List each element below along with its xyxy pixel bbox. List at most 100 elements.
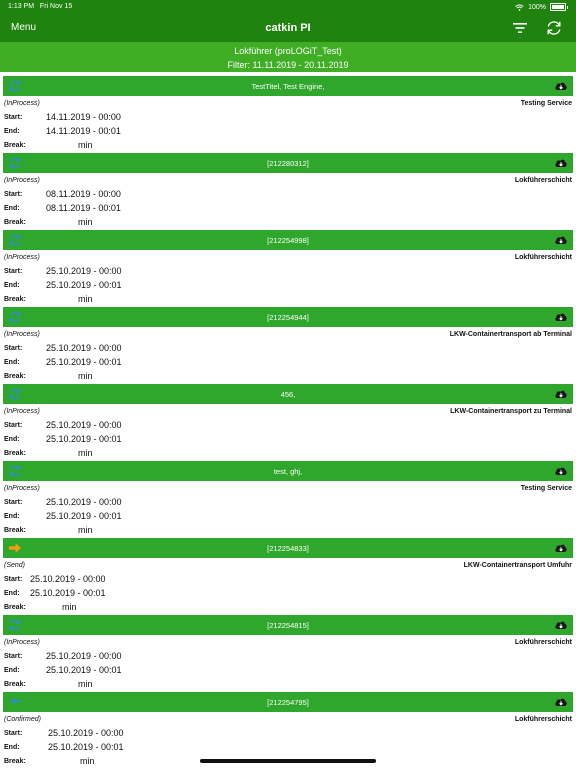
entry-header[interactable]: [212254998] [3,230,573,250]
filter-icon[interactable] [512,20,528,36]
list-item[interactable]: [212254998] (InProcess) Lokführerschicht… [0,226,576,304]
start-value: 25.10.2019 - 00:00 [46,651,122,661]
start-label: Start: [4,422,23,429]
entry-status: (Confirmed) [4,716,41,723]
entry-header[interactable]: [212254815] [3,615,573,635]
entry-service: Testing Service [520,100,572,107]
filter-header: Lokführer (proLOGiT_Test) Filter: 11.11.… [0,42,576,72]
break-value: min [80,756,95,766]
end-value: 25.10.2019 - 00:01 [46,665,122,675]
navigation-bar: Menu catkin PI [0,14,576,42]
battery-icon [550,3,566,11]
list-item[interactable]: 456, (InProcess) LKW-Containertransport … [0,380,576,458]
list-item[interactable]: [212254815] (InProcess) Lokführerschicht… [0,611,576,689]
entry-status: (Send) [4,562,26,569]
break-label: Break: [4,219,26,226]
entry-header[interactable]: TestTitel, Test Engine, [3,76,573,96]
entry-service: LKW-Containertransport ab Terminal [449,331,572,338]
end-label: End: [4,128,20,135]
end-value: 08.11.2019 - 00:01 [46,203,121,213]
entry-header[interactable]: [212254795] [3,692,573,712]
break-label: Break: [4,373,26,380]
page-title: catkin PI [265,22,311,34]
entry-list: TestTitel, Test Engine, (InProcess) Test… [0,72,576,766]
cloud-download-icon[interactable] [554,310,568,324]
status-time: 1:13 PM Fri Nov 15 [8,3,73,10]
entry-title: TestTitel, Test Engine, [251,82,325,91]
end-label: End: [4,744,20,751]
entry-service: Lokführerschicht [514,254,572,261]
refresh-icon[interactable] [545,19,563,37]
start-value: 25.10.2019 - 00:00 [46,343,122,353]
entry-title: [212254833] [267,544,309,553]
start-value: 25.10.2019 - 00:00 [46,497,122,507]
end-value: 25.10.2019 - 00:01 [30,588,106,598]
entry-title: test, ghj, [273,467,303,476]
end-value: 14.11.2019 - 00:01 [46,126,121,136]
entry-header[interactable]: [212254944] [3,307,573,327]
start-value: 25.10.2019 - 00:00 [48,728,124,738]
end-value: 25.10.2019 - 00:01 [46,511,122,521]
cloud-download-icon[interactable] [554,79,568,93]
entry-status: (InProcess) [4,639,40,646]
entry-title: [212254944] [267,313,309,322]
status-right: 100% [515,3,568,11]
cloud-download-icon[interactable] [554,233,568,247]
entry-status: (InProcess) [4,331,40,338]
entry-title: [212254815] [267,621,309,630]
end-label: End: [4,436,20,443]
list-item[interactable]: [212254944] (InProcess) LKW-Containertra… [0,303,576,381]
break-label: Break: [4,142,26,149]
list-item[interactable]: [212254795] (Confirmed) Lokführerschicht… [0,688,576,766]
entry-header[interactable]: test, ghj, [3,461,573,481]
entry-status: (InProcess) [4,177,40,184]
cloud-download-icon[interactable] [554,695,568,709]
end-value: 25.10.2019 - 00:01 [46,434,122,444]
status-bar: 1:13 PM Fri Nov 15 100% [0,0,576,14]
wifi-icon [515,3,524,11]
entry-title: 456, [280,390,296,399]
end-label: End: [4,590,20,597]
entry-title: [212254998] [267,236,309,245]
end-label: End: [4,359,20,366]
break-label: Break: [4,296,26,303]
menu-button[interactable]: Menu [11,22,36,33]
entry-title: [212280312] [267,159,309,168]
start-value: 25.10.2019 - 00:00 [46,266,122,276]
entry-status: (InProcess) [4,408,40,415]
cloud-download-icon[interactable] [554,541,568,555]
entry-status: (InProcess) [4,100,40,107]
cloud-download-icon[interactable] [554,618,568,632]
entry-header[interactable]: 456, [3,384,573,404]
start-label: Start: [4,653,23,660]
break-label: Break: [4,604,26,611]
end-value: 25.10.2019 - 00:01 [48,742,124,752]
list-item[interactable]: TestTitel, Test Engine, (InProcess) Test… [0,72,576,150]
entry-header[interactable]: [212254833] [3,538,573,558]
start-label: Start: [4,499,23,506]
filter-range: Filter: 11.11.2019 - 20.11.2019 [227,60,349,70]
end-label: End: [4,667,20,674]
entry-service: Lokführerschicht [514,716,572,723]
entry-header[interactable]: [212280312] [3,153,573,173]
end-value: 25.10.2019 - 00:01 [46,357,122,367]
driver-name: Lokführer (proLOGiT_Test) [234,46,342,56]
start-label: Start: [4,268,23,275]
cloud-download-icon[interactable] [554,387,568,401]
start-value: 25.10.2019 - 00:00 [46,420,122,430]
entry-service: Testing Service [520,485,572,492]
entry-service: Lokführerschicht [514,639,572,646]
break-label: Break: [4,450,26,457]
start-value: 14.11.2019 - 00:00 [46,112,121,122]
start-label: Start: [4,730,23,737]
list-item[interactable]: [212280312] (InProcess) Lokführerschicht… [0,149,576,227]
cloud-download-icon[interactable] [554,464,568,478]
list-item[interactable]: [212254833] (Send) LKW-Containertranspor… [0,534,576,612]
break-label: Break: [4,527,26,534]
list-item[interactable]: test, ghj, (InProcess) Testing Service S… [0,457,576,535]
start-label: Start: [4,576,23,583]
start-label: Start: [4,191,23,198]
start-value: 25.10.2019 - 00:00 [30,574,106,584]
cloud-download-icon[interactable] [554,156,568,170]
end-value: 25.10.2019 - 00:01 [46,280,122,290]
